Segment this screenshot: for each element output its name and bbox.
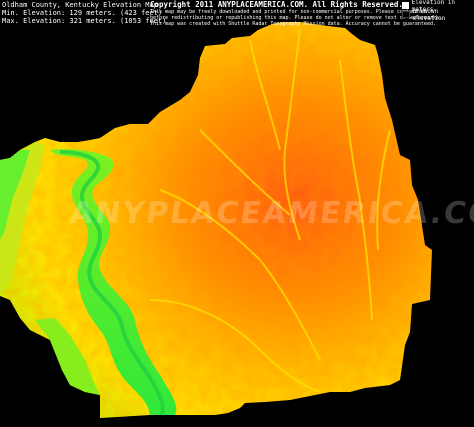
copyright-line: Copyright 2011 ANYPLACEAMERICA.COM. All …	[150, 0, 403, 9]
legend: Elevation in meters. unknown elevation	[402, 0, 472, 22]
legend-item-unknown: unknown elevation	[402, 7, 472, 22]
min-elevation: Min. Elevation: 129 meters. (423 feet)	[2, 9, 163, 17]
map-info: Oldham County, Kentucky Elevation Map Mi…	[2, 1, 166, 25]
legend-swatch	[402, 11, 410, 18]
legend-swatch	[402, 2, 409, 9]
max-elevation: Max. Elevation: 321 meters. (1053 feet)	[2, 17, 167, 25]
source-line: This map was created with Shuttle Radar …	[150, 21, 436, 27]
watermark: ANYPLACEAMERICA.COM	[67, 196, 474, 231]
map-title: Oldham County, Kentucky Elevation Map	[2, 1, 158, 9]
legend-label: unknown elevation	[412, 7, 446, 22]
copyright-notice: Copyright 2011 ANYPLACEAMERICA.COM. All …	[150, 0, 442, 28]
